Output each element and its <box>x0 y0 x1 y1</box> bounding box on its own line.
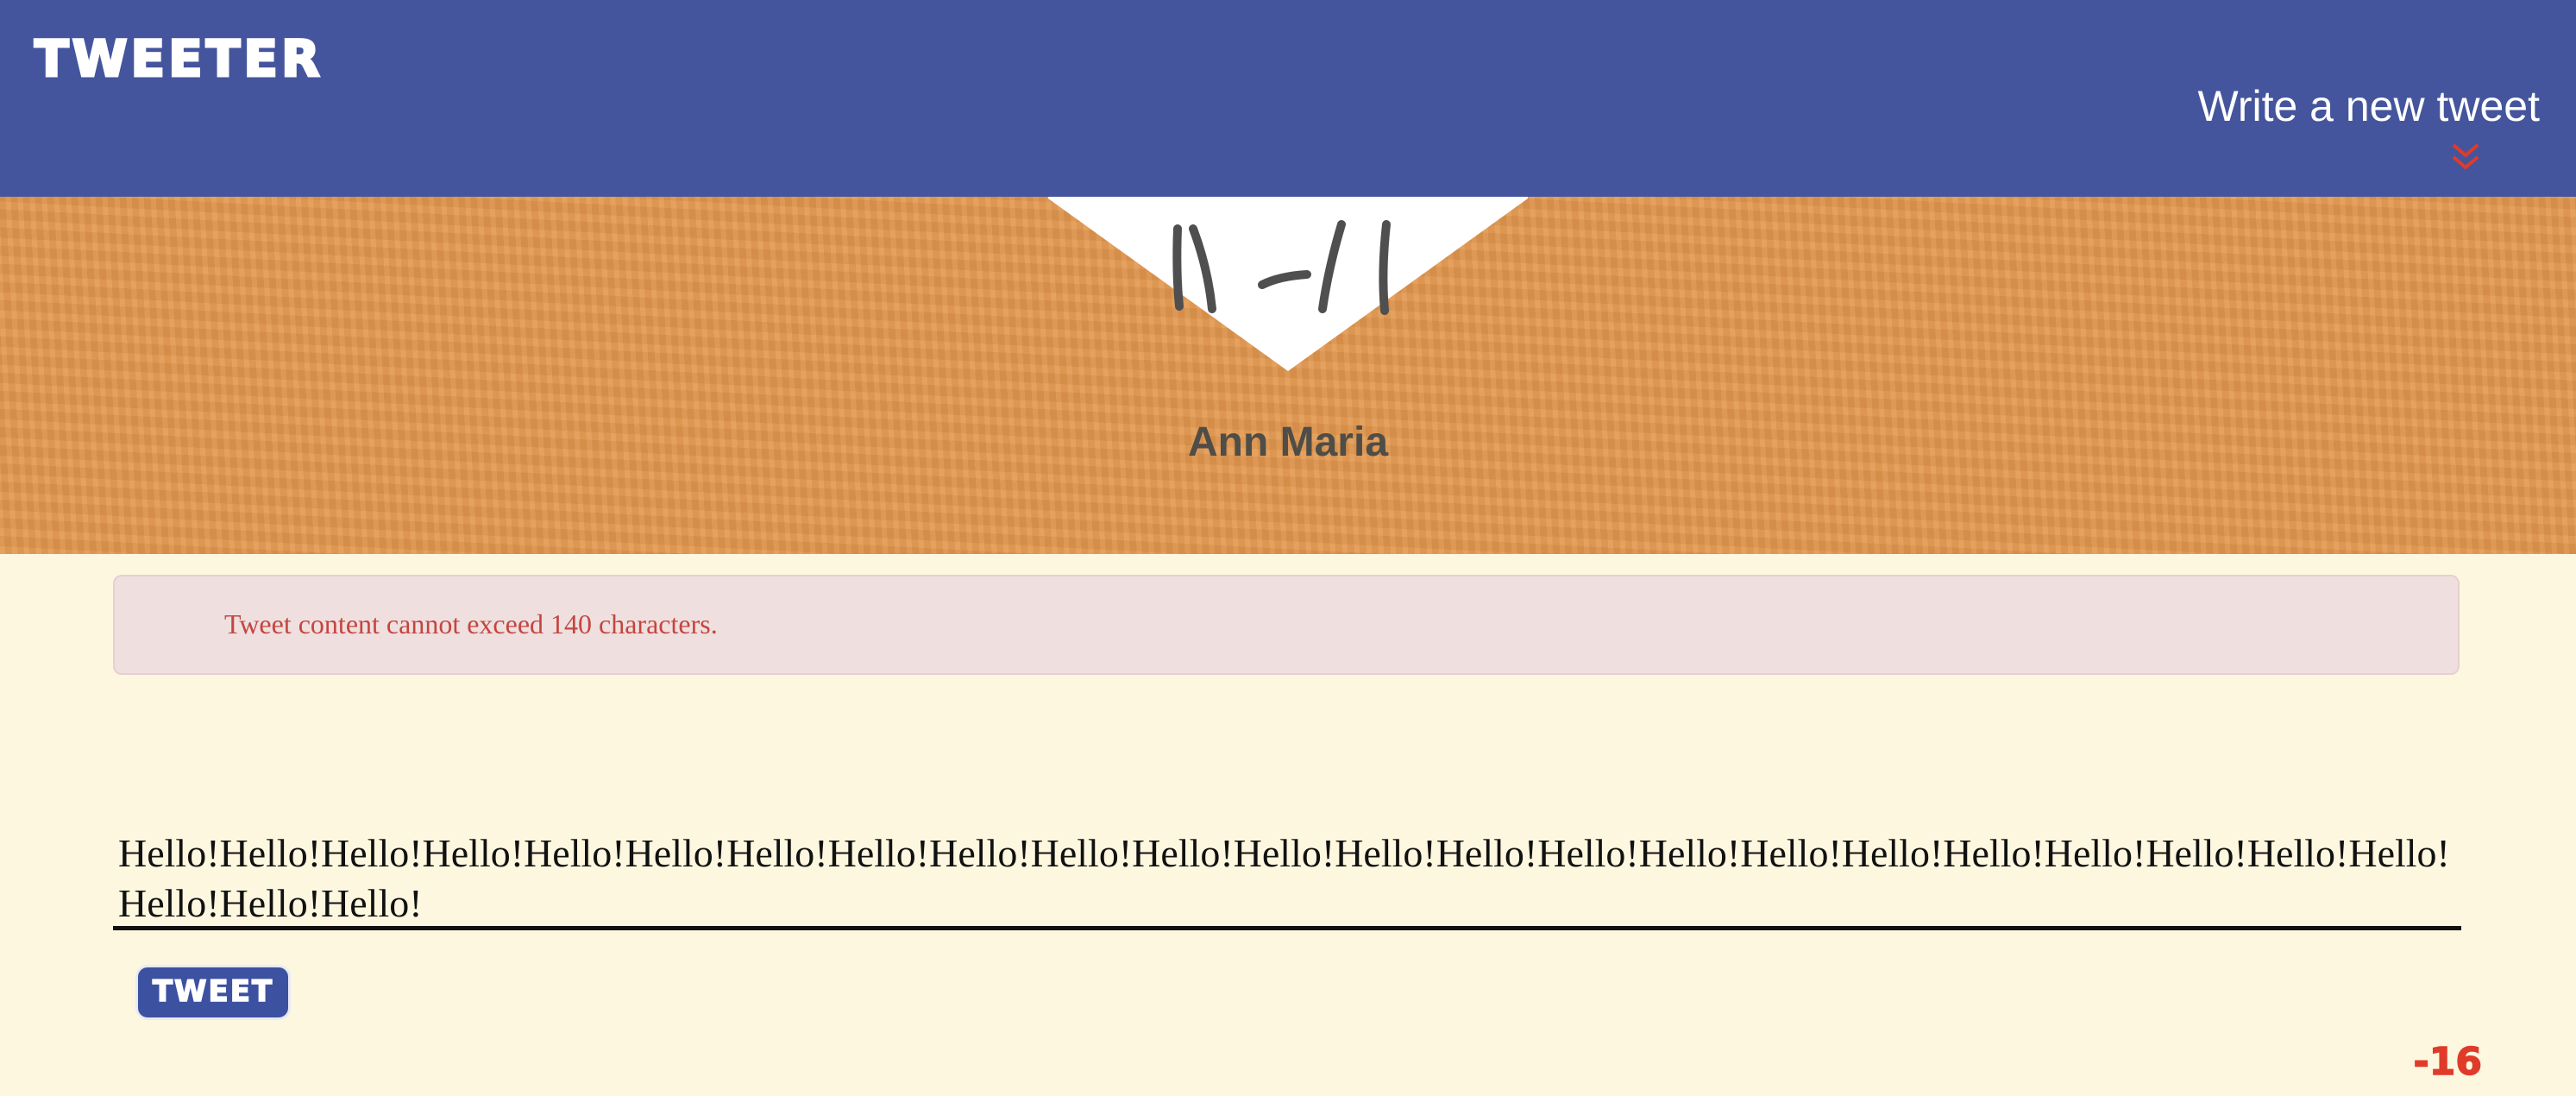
profile-name: Ann Maria <box>1187 419 1389 465</box>
tweet-submit-button[interactable]: TWEET <box>135 965 291 1020</box>
write-new-tweet-label[interactable]: Write a new tweet <box>2198 85 2540 128</box>
write-new-tweet-toggle[interactable]: Write a new tweet <box>2198 85 2540 170</box>
brand-logo[interactable]: TWEETER <box>34 28 324 90</box>
top-navbar: TWEETER Write a new tweet <box>0 0 2576 197</box>
error-alert: Tweet content cannot exceed 140 characte… <box>113 575 2460 675</box>
new-tweet-form: Hello!Hello!Hello!Hello!Hello!Hello!Hell… <box>113 820 2461 1020</box>
character-counter: -16 <box>2413 1039 2483 1085</box>
tweet-textarea[interactable]: Hello!Hello!Hello!Hello!Hello!Hello!Hell… <box>113 820 2461 930</box>
double-chevron-down-icon[interactable] <box>2448 140 2483 174</box>
error-message: Tweet content cannot exceed 140 characte… <box>224 608 718 639</box>
